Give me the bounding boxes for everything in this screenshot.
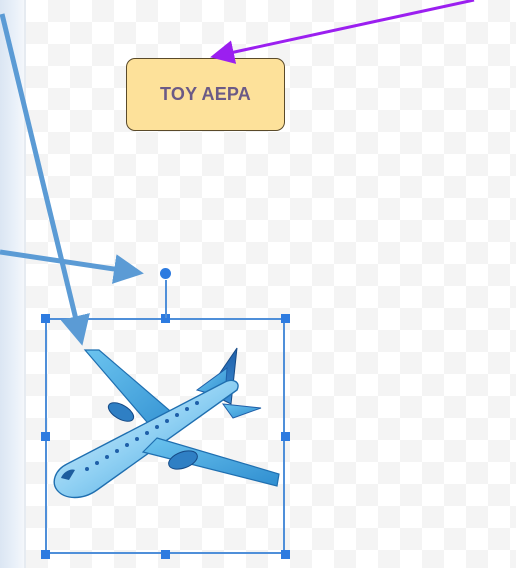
blue-arrow-to-rotate-handle (0, 249, 144, 284)
blue-arrow-to-airplane (0, 13, 90, 346)
annotation-arrows (0, 0, 475, 346)
purple-arrow (210, 0, 475, 64)
